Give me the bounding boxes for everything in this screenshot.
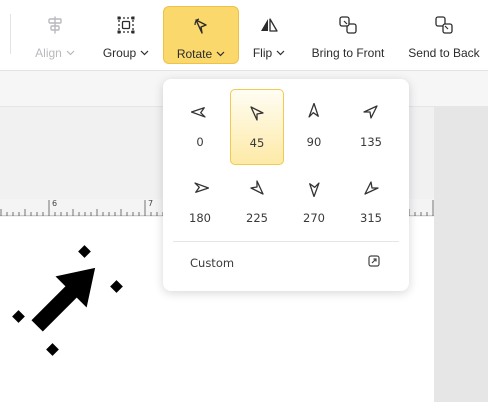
rotate-315-icon [364, 181, 379, 195]
send-to-back-icon [434, 14, 454, 36]
rotate-option-label: 180 [189, 211, 211, 225]
rotate-option-135[interactable]: 135 [344, 89, 398, 165]
menu-divider [173, 241, 399, 242]
align-label: Align [35, 46, 62, 60]
chevron-down-icon [66, 50, 75, 56]
rotate-option-225[interactable]: 225 [230, 165, 284, 241]
send-to-back-button[interactable]: Send to Back [404, 6, 484, 64]
rotate-270-icon [309, 182, 320, 197]
rotate-option-label: 0 [196, 135, 204, 149]
rotate-45-icon [250, 106, 264, 121]
flip-label: Flip [252, 46, 273, 60]
rotate-90-icon [308, 103, 319, 118]
canvas-margin [434, 107, 488, 402]
rotate-option-315[interactable]: 315 [344, 165, 398, 241]
rotate-option-45[interactable]: 45 [230, 89, 284, 165]
group-label: Group [102, 46, 137, 60]
custom-rotate-option[interactable]: Custom [190, 256, 234, 270]
chevron-down-icon [276, 50, 285, 56]
rotate-225-icon [250, 180, 264, 195]
align-icon [47, 14, 63, 36]
rotate-option-270[interactable]: 270 [287, 165, 341, 241]
selection-handle[interactable] [46, 343, 59, 356]
rotate-option-0[interactable]: 0 [173, 89, 227, 165]
rotate-option-label: 90 [306, 135, 322, 149]
chevron-down-icon [140, 50, 149, 56]
rotate-option-180[interactable]: 180 [173, 165, 227, 241]
rotate-180-icon [194, 182, 209, 193]
rotate-button[interactable]: Rotate [163, 6, 239, 64]
external-edit-icon[interactable] [368, 255, 380, 267]
rotate-option-label: 135 [360, 135, 382, 149]
ruler-label-6: 6 [52, 199, 58, 208]
bring-to-front-label: Bring to Front [311, 46, 385, 60]
rotate-option-label: 45 [249, 136, 265, 150]
selected-arrow-shape[interactable] [0, 217, 140, 367]
toolbar-divider [10, 14, 11, 54]
group-button[interactable]: Group [97, 6, 155, 64]
rotate-option-90[interactable]: 90 [287, 89, 341, 165]
selection-handle[interactable] [78, 245, 91, 258]
rotate-option-label: 315 [360, 211, 382, 225]
rotate-dropdown-menu: 0 45 90 135 180 225 270 315 Custom [163, 79, 409, 291]
rotate-label: Rotate [176, 47, 213, 61]
group-icon [117, 14, 135, 36]
selection-handle[interactable] [12, 310, 25, 323]
ruler-label-7: 7 [148, 199, 154, 208]
flip-button[interactable]: Flip [248, 6, 290, 64]
rotate-option-label: 270 [303, 211, 325, 225]
selection-handle[interactable] [110, 280, 123, 293]
rotate-option-label: 225 [246, 211, 268, 225]
send-to-back-label: Send to Back [408, 46, 480, 60]
bring-to-front-icon [338, 14, 358, 36]
rotate-icon [193, 15, 209, 37]
bring-to-front-button[interactable]: Bring to Front [308, 6, 388, 64]
rotate-135-icon [363, 105, 378, 119]
flip-icon [260, 14, 278, 36]
align-button[interactable]: Align [26, 6, 84, 64]
rotate-0-icon [191, 107, 206, 118]
toolbar: Align Group Rotate Flip Bring to Front S… [0, 0, 488, 71]
chevron-down-icon [216, 51, 225, 57]
